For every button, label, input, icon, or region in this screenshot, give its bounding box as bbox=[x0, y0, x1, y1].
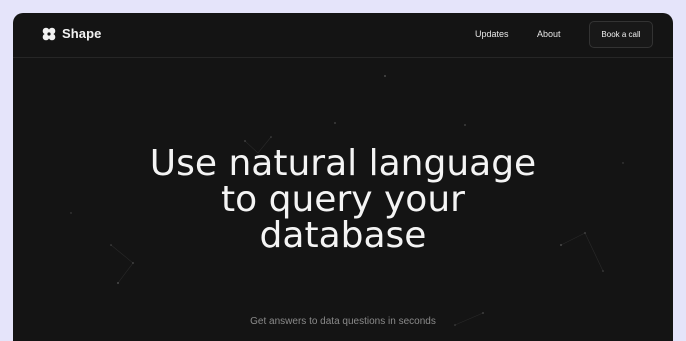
hero-subtitle: Get answers to data questions in seconds bbox=[250, 316, 436, 327]
nav-link-about[interactable]: About bbox=[537, 29, 561, 39]
hero-title-line-1: Use natural language bbox=[149, 143, 537, 184]
hero-title-line-2: to query your bbox=[221, 179, 465, 220]
hero-title-line-3: database bbox=[259, 215, 427, 256]
top-navigation-bar: Shape Updates About Book a call bbox=[13, 13, 673, 58]
app-window: Shape Updates About Book a call Use natu… bbox=[13, 13, 673, 341]
nav-link-updates[interactable]: Updates bbox=[475, 29, 509, 39]
book-a-call-button[interactable]: Book a call bbox=[589, 21, 653, 48]
hero-title: Use natural language to query your datab… bbox=[13, 146, 673, 254]
brand-name: Shape bbox=[62, 26, 102, 41]
brand-logo-link[interactable]: Shape bbox=[42, 26, 102, 41]
clover-logo-icon bbox=[42, 27, 56, 40]
